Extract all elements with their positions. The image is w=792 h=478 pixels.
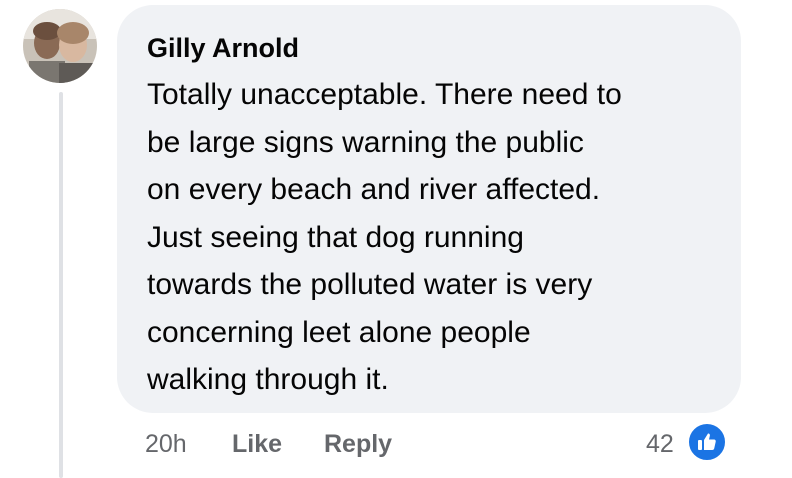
comment-line: Just seeing that dog running — [147, 220, 524, 254]
comment-line: on every beach and river affected. — [147, 173, 601, 206]
comment-bubble: Gilly Arnold Totally unacceptable. There… — [117, 5, 741, 413]
reaction-count[interactable]: 42 — [646, 428, 674, 460]
profile-photo-icon — [23, 9, 97, 83]
comment-line: towards the polluted water is very — [147, 268, 593, 301]
comment-timestamp[interactable]: 20h — [145, 428, 187, 460]
comment-line: be large signs warning the public — [147, 125, 584, 159]
like-thumbs-up-icon — [698, 433, 716, 450]
comment-author[interactable]: Gilly Arnold — [147, 31, 711, 65]
comment-line: concerning leet alone people — [147, 315, 531, 349]
comment-line: walking through it. — [147, 363, 389, 396]
like-reaction-badge[interactable] — [686, 421, 728, 463]
comment-line: Totally unacceptable. There need to — [147, 78, 622, 111]
comment-text: Totally unacceptable. There need to be l… — [147, 71, 711, 404]
like-button[interactable]: Like — [232, 428, 282, 460]
thread-line — [59, 92, 63, 478]
avatar[interactable] — [23, 9, 97, 83]
reply-button[interactable]: Reply — [324, 428, 392, 460]
